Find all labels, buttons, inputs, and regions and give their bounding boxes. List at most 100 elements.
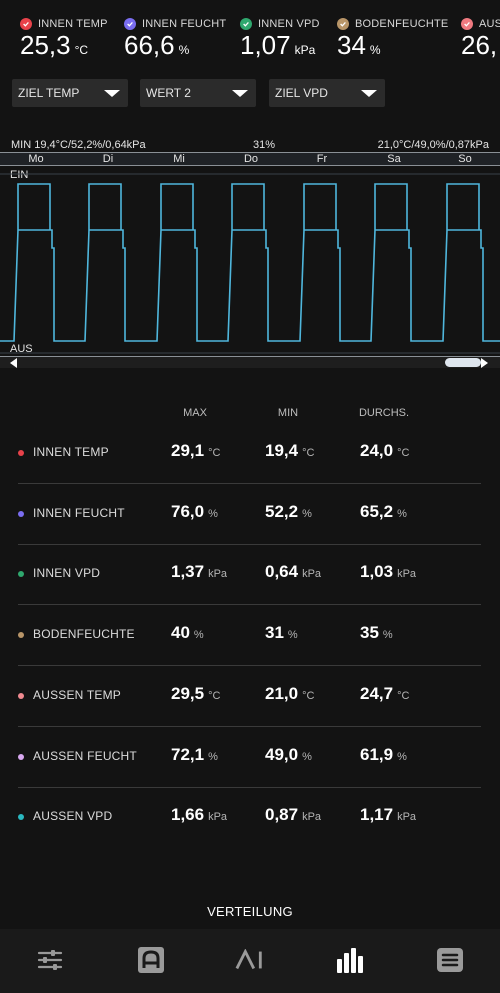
series-dot bbox=[18, 632, 24, 639]
table-row: INNEN FEUCHT 76,0% 52,2% 65,2% bbox=[18, 485, 481, 545]
cell-value: 24,0 bbox=[360, 441, 394, 460]
col-header-min: MIN bbox=[277, 407, 299, 419]
chart-min-text: MIN 19,4°C/52,2%/0,64kPa bbox=[11, 139, 146, 151]
sliders-icon[interactable] bbox=[35, 945, 65, 975]
table-row: BODENFEUCHTE 40% 31% 35% bbox=[18, 606, 481, 667]
day-label: Di bbox=[102, 153, 114, 165]
cell-avg: 65,2% bbox=[360, 502, 407, 522]
selector-wert-2[interactable]: WERT 2 bbox=[140, 79, 256, 107]
day-label: Fr bbox=[316, 153, 328, 165]
cell-value: 19,4 bbox=[265, 441, 299, 460]
scroll-right-icon[interactable] bbox=[481, 358, 488, 368]
distribution-title[interactable]: VERTEILUNG bbox=[0, 904, 500, 919]
cell-unit: kPa bbox=[208, 811, 228, 824]
metric-aussen-temp[interactable]: AUS 26, bbox=[461, 18, 500, 61]
cell-unit: % bbox=[208, 750, 218, 763]
cell-value: 31 bbox=[265, 623, 284, 643]
row-name: BODENFEUCHTE bbox=[33, 627, 135, 642]
cell-value: 29,5 bbox=[171, 683, 205, 703]
chart-scrollbar[interactable] bbox=[0, 356, 500, 368]
controller-icon[interactable] bbox=[136, 945, 166, 975]
checkbox-icon[interactable] bbox=[240, 18, 252, 30]
cell-value: 24,7 bbox=[360, 683, 394, 703]
cell-value: 76,0 bbox=[171, 501, 205, 521]
cell-value: 65,2 bbox=[360, 501, 394, 521]
metric-label: BODENFEUCHTE bbox=[355, 18, 449, 30]
cell-unit: % bbox=[397, 750, 407, 763]
cell-unit: % bbox=[193, 629, 204, 642]
cell-unit: °C bbox=[397, 689, 410, 702]
cell-avg: 35% bbox=[360, 623, 393, 643]
cell-avg: 61,9% bbox=[360, 745, 407, 765]
waveform-line bbox=[0, 183, 500, 342]
cell-value: 1,03 bbox=[360, 562, 394, 582]
list-icon[interactable] bbox=[435, 945, 465, 975]
cell-avg: 1,03 kPa bbox=[360, 562, 416, 582]
series-dot bbox=[18, 510, 24, 517]
cell-avg: 24,7 °C bbox=[360, 684, 409, 704]
cell-value: 21,0 bbox=[265, 683, 299, 703]
checkbox-icon[interactable] bbox=[20, 18, 32, 30]
selector-label: ZIEL TEMP bbox=[18, 86, 80, 100]
cell-value: 0,87 bbox=[265, 805, 299, 825]
metric-value: 66,6 bbox=[124, 30, 175, 60]
cell-unit: °C bbox=[302, 689, 315, 702]
day-label: Do bbox=[243, 153, 259, 165]
metric-value: 34 bbox=[337, 30, 366, 60]
metric-value: 1,07 bbox=[240, 30, 291, 60]
metric-unit: °C bbox=[74, 43, 89, 57]
on-off-waveform[interactable] bbox=[0, 166, 500, 356]
cell-unit: % bbox=[208, 507, 218, 520]
cell-unit: °C bbox=[208, 689, 221, 702]
cell-min: 0,64 kPa bbox=[265, 562, 321, 582]
cell-unit: °C bbox=[208, 447, 221, 459]
row-name: AUSSEN VPD bbox=[33, 809, 113, 824]
selector-ziel-temp[interactable]: ZIEL TEMP bbox=[12, 79, 128, 107]
col-header-max: MAX bbox=[183, 407, 207, 419]
cell-unit: °C bbox=[397, 447, 410, 459]
bar-chart-icon[interactable] bbox=[335, 945, 365, 975]
cell-value: 40 bbox=[171, 623, 190, 643]
cell-min: 31% bbox=[265, 623, 298, 643]
metric-innen-vpd[interactable]: INNEN VPD 1,07 kPa bbox=[240, 18, 320, 61]
series-dot bbox=[18, 692, 24, 699]
cell-unit: kPa bbox=[397, 811, 417, 824]
cell-value: 35 bbox=[360, 623, 379, 643]
metric-label: INNEN VPD bbox=[258, 18, 320, 30]
series-dot bbox=[18, 814, 24, 821]
checkbox-icon[interactable] bbox=[337, 18, 349, 30]
chart-mid-text: 31% bbox=[253, 139, 276, 151]
checkbox-icon[interactable] bbox=[124, 18, 136, 30]
chart-off-label: AUS bbox=[10, 343, 33, 355]
cell-max: 1,66 kPa bbox=[171, 805, 227, 825]
chevron-down-icon bbox=[232, 90, 248, 97]
cell-unit: kPa bbox=[302, 811, 322, 824]
table-row: AUSSEN TEMP 29,5 °C 21,0 °C 24,7 °C bbox=[18, 667, 481, 727]
cell-value: 1,17 bbox=[360, 805, 394, 825]
metric-label: AUS bbox=[479, 18, 500, 30]
cell-max: 1,37 kPa bbox=[171, 562, 227, 582]
ai-icon[interactable] bbox=[235, 945, 265, 975]
cell-max: 29,1 °C bbox=[171, 441, 220, 461]
metric-bodenfeuchte[interactable]: BODENFEUCHTE 34% bbox=[337, 18, 448, 61]
chevron-down-icon bbox=[104, 90, 120, 97]
cell-unit: kPa bbox=[397, 568, 417, 581]
row-name: AUSSEN TEMP bbox=[33, 687, 121, 702]
bottom-nav bbox=[0, 929, 500, 993]
cell-max: 29,5 °C bbox=[171, 684, 220, 704]
row-name: INNEN TEMP bbox=[33, 445, 109, 459]
scroll-left-icon[interactable] bbox=[10, 358, 17, 368]
day-label: So bbox=[458, 153, 472, 165]
row-name: INNEN VPD bbox=[33, 566, 101, 581]
cell-value: 1,37 bbox=[171, 562, 205, 582]
table-row: AUSSEN VPD 1,66 kPa 0,87 kPa 1,17 kPa bbox=[18, 788, 481, 848]
cell-unit: % bbox=[382, 629, 393, 642]
metric-label: INNEN TEMP bbox=[38, 18, 108, 30]
scroll-thumb[interactable] bbox=[445, 358, 481, 367]
metric-innen-feucht[interactable]: INNEN FEUCHT 66,6% bbox=[124, 18, 226, 61]
cell-value: 29,1 bbox=[171, 441, 205, 460]
selector-ziel-vpd[interactable]: ZIEL VPD bbox=[269, 79, 385, 107]
day-label: Mo bbox=[28, 153, 44, 165]
metric-innen-temp[interactable]: INNEN TEMP 25,3 °C bbox=[20, 18, 108, 61]
checkbox-icon[interactable] bbox=[461, 18, 473, 30]
